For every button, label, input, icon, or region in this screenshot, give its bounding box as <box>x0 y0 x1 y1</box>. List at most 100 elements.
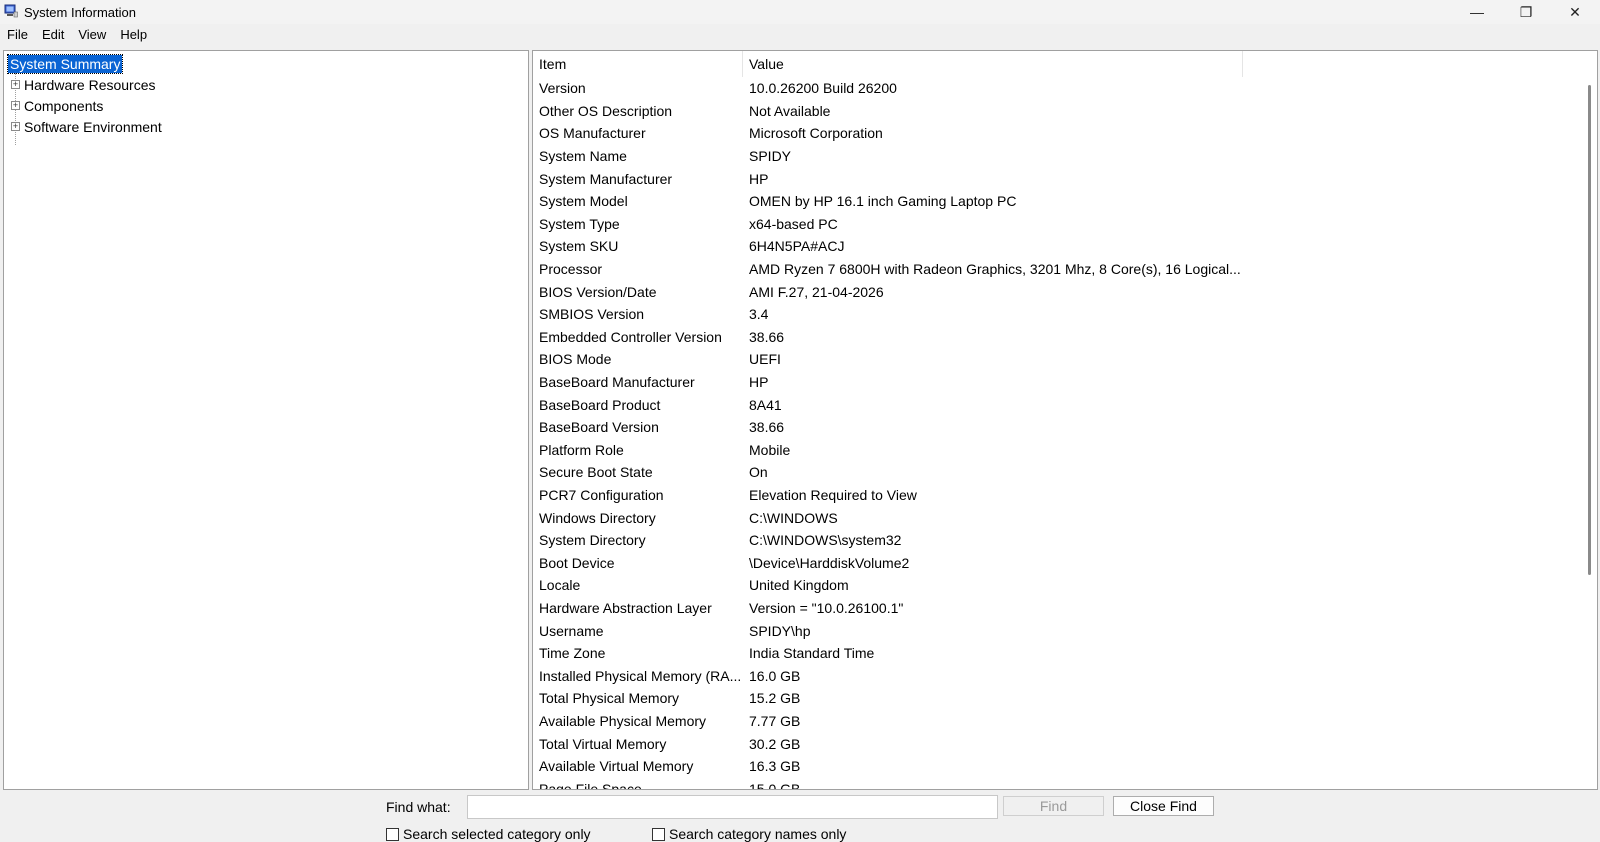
list-row[interactable]: PCR7 Configuration Elevation Required to … <box>533 484 1583 507</box>
list-row[interactable]: Total Virtual Memory 30.2 GB <box>533 732 1583 755</box>
list-row[interactable]: Time Zone India Standard Time <box>533 642 1583 665</box>
tree-item-components[interactable]: + Components <box>11 95 103 116</box>
row-item-value: 38.66 <box>749 419 785 436</box>
list-row[interactable]: System Directory C:\WINDOWS\system32 <box>533 529 1583 552</box>
menu-view[interactable]: View <box>71 24 113 46</box>
list-row[interactable]: Available Physical Memory 7.77 GB <box>533 710 1583 733</box>
row-item-value: 10.0.26200 Build 26200 <box>749 80 897 97</box>
row-item-value: 15.2 GB <box>749 690 801 707</box>
list-row[interactable]: BIOS Mode UEFI <box>533 348 1583 371</box>
details-list[interactable]: Item Value Version 10.0.26200 Build 26200… <box>532 50 1598 790</box>
row-item-value: C:\WINDOWS <box>749 509 838 526</box>
row-item-value: x64-based PC <box>749 215 838 232</box>
list-row[interactable]: Hardware Abstraction Layer Version = "10.… <box>533 597 1583 620</box>
vertical-scrollbar[interactable] <box>1582 51 1597 789</box>
minimize-icon: — <box>1470 4 1484 20</box>
row-item-name: Locale <box>539 577 581 594</box>
row-item-name: Boot Device <box>539 554 615 571</box>
row-item-name: BaseBoard Version <box>539 419 659 436</box>
list-row[interactable]: Total Physical Memory 15.2 GB <box>533 687 1583 710</box>
column-header-item[interactable]: Item <box>533 51 743 77</box>
list-row[interactable]: Embedded Controller Version 38.66 <box>533 326 1583 349</box>
row-item-name: Total Virtual Memory <box>539 735 667 752</box>
search-category-names-option[interactable]: Search category names only <box>652 826 846 842</box>
tree-item-label: Components <box>24 97 104 114</box>
search-selected-category-option[interactable]: Search selected category only <box>386 826 591 842</box>
tree-item-system-summary[interactable]: System Summary <box>6 53 124 74</box>
row-item-name: Windows Directory <box>539 509 656 526</box>
list-row[interactable]: Other OS Description Not Available <box>533 100 1583 123</box>
scrollbar-thumb[interactable] <box>1588 85 1591 575</box>
list-row[interactable]: Available Virtual Memory 16.3 GB <box>533 755 1583 778</box>
list-row[interactable]: BaseBoard Manufacturer HP <box>533 371 1583 394</box>
system-information-window: System Information — ❐ ✕ File Edit View … <box>0 0 1600 842</box>
menu-file[interactable]: File <box>0 24 35 46</box>
list-row[interactable]: Processor AMD Ryzen 7 6800H with Radeon G… <box>533 258 1583 281</box>
row-item-name: PCR7 Configuration <box>539 486 664 503</box>
list-row[interactable]: Boot Device \Device\HarddiskVolume2 <box>533 551 1583 574</box>
list-row[interactable]: System SKU 6H4N5PA#ACJ <box>533 235 1583 258</box>
list-row[interactable]: Page File Space 15.0 GB <box>533 777 1583 789</box>
find-what-label: Find what: <box>386 799 451 815</box>
close-find-button[interactable]: Close Find <box>1113 796 1214 816</box>
list-rows: Version 10.0.26200 Build 26200 Other OS De… <box>533 77 1583 789</box>
find-what-input[interactable] <box>467 795 998 819</box>
list-row[interactable]: BIOS Version/Date AMI F.27, 21-04-2026 <box>533 280 1583 303</box>
category-tree[interactable]: System Summary + Hardware Resources + Co… <box>3 50 529 790</box>
list-row[interactable]: System Manufacturer HP <box>533 167 1583 190</box>
menu-edit[interactable]: Edit <box>35 24 71 46</box>
tree-item-hardware-resources[interactable]: + Hardware Resources <box>11 74 156 95</box>
row-item-value: 38.66 <box>749 328 785 345</box>
tree-item-software-environment[interactable]: + Software Environment <box>11 116 162 137</box>
window-title: System Information <box>24 5 136 20</box>
row-item-value: HP <box>749 170 769 187</box>
row-item-name: Embedded Controller Version <box>539 328 722 345</box>
tree-item-label: Hardware Resources <box>24 76 156 93</box>
list-row[interactable]: Username SPIDY\hp <box>533 619 1583 642</box>
row-item-value: Microsoft Corporation <box>749 125 883 142</box>
row-item-name: BIOS Version/Date <box>539 283 657 300</box>
close-button[interactable]: ✕ <box>1551 0 1599 24</box>
row-item-name: BIOS Mode <box>539 351 612 368</box>
menu-help[interactable]: Help <box>113 24 154 46</box>
column-header-value[interactable]: Value <box>743 51 1243 77</box>
list-row[interactable]: Secure Boot State On <box>533 461 1583 484</box>
list-row[interactable]: OS Manufacturer Microsoft Corporation <box>533 122 1583 145</box>
list-row[interactable]: System Type x64-based PC <box>533 213 1583 236</box>
row-item-value: 8A41 <box>749 396 782 413</box>
system-information-app-icon <box>4 4 18 18</box>
list-row[interactable]: BaseBoard Product 8A41 <box>533 393 1583 416</box>
minimize-button[interactable]: — <box>1453 0 1501 24</box>
row-item-name: BaseBoard Manufacturer <box>539 374 695 391</box>
row-item-value: UEFI <box>749 351 781 368</box>
maximize-button[interactable]: ❐ <box>1502 0 1550 24</box>
row-item-name: SMBIOS Version <box>539 306 645 323</box>
row-item-name: Available Virtual Memory <box>539 758 694 775</box>
list-row[interactable]: BaseBoard Version 38.66 <box>533 416 1583 439</box>
expand-plus-icon[interactable]: + <box>11 122 20 131</box>
find-button[interactable]: Find <box>1003 796 1104 816</box>
tree-item-label: Software Environment <box>24 118 162 135</box>
search-selected-category-checkbox[interactable] <box>386 827 399 841</box>
title-bar[interactable]: System Information — ❐ ✕ <box>0 0 1600 24</box>
row-item-name: Available Physical Memory <box>539 712 707 729</box>
list-row[interactable]: System Model OMEN by HP 16.1 inch Gaming … <box>533 190 1583 213</box>
checkbox-label: Search selected category only <box>403 826 591 842</box>
row-item-value: 6H4N5PA#ACJ <box>749 238 845 255</box>
row-item-value: SPIDY\hp <box>749 622 811 639</box>
row-item-value: 30.2 GB <box>749 735 801 752</box>
list-row[interactable]: Platform Role Mobile <box>533 439 1583 462</box>
list-row[interactable]: System Name SPIDY <box>533 145 1583 168</box>
expand-plus-icon[interactable]: + <box>11 80 20 89</box>
row-item-value: 16.0 GB <box>749 667 801 684</box>
list-row[interactable]: Locale United Kingdom <box>533 574 1583 597</box>
restore-icon: ❐ <box>1519 3 1533 20</box>
row-item-name: System Model <box>539 193 628 210</box>
row-item-name: Platform Role <box>539 441 624 458</box>
list-row[interactable]: Windows Directory C:\WINDOWS <box>533 506 1583 529</box>
list-row[interactable]: Version 10.0.26200 Build 26200 <box>533 77 1583 100</box>
expand-plus-icon[interactable]: + <box>11 101 20 110</box>
search-category-names-checkbox[interactable] <box>652 827 665 841</box>
list-row[interactable]: Installed Physical Memory (RA... 16.0 GB <box>533 664 1583 687</box>
list-row[interactable]: SMBIOS Version 3.4 <box>533 303 1583 326</box>
